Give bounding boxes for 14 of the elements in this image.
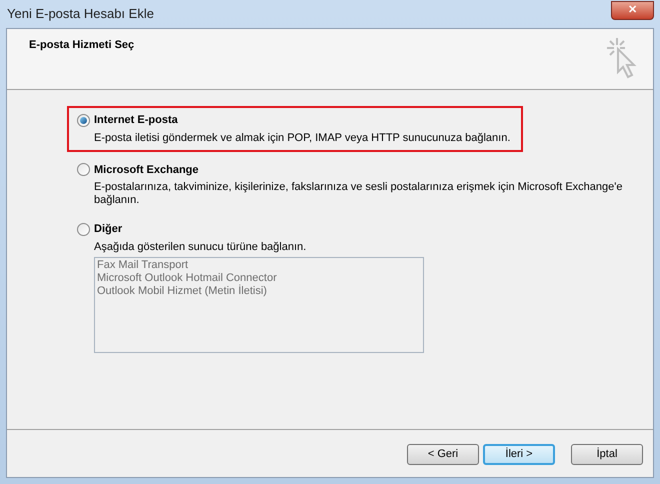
option-description: E-postalarınıza, takviminize, kişilerinize, fakslarınıza ve sesli postalarınıza erişmek için Microsoft Exchange'e bağlanın. <box>94 181 624 207</box>
window-title: Yeni E-posta Hesabı Ekle <box>7 5 154 24</box>
radio-button[interactable] <box>77 222 90 236</box>
radio-button[interactable] <box>77 114 90 127</box>
option-label[interactable]: Microsoft Exchange <box>94 162 199 178</box>
dialog-button[interactable]: İptal <box>571 444 643 465</box>
dialog-button[interactable]: İleri > <box>483 444 555 465</box>
option-label[interactable]: Internet E-posta <box>94 112 178 128</box>
option-description: Aşağıda gösterilen sunucu türüne bağlanın. <box>94 240 308 254</box>
page-heading: E-posta Hizmeti Seç <box>29 38 134 53</box>
radio-button[interactable] <box>77 163 90 176</box>
option-label[interactable]: Diğer <box>94 221 122 238</box>
option-description: E-posta iletisi göndermek ve almak için POP, IMAP veya HTTP sunucunuza bağlanın. <box>94 132 512 144</box>
dialog-button[interactable]: < Geri <box>407 444 479 465</box>
